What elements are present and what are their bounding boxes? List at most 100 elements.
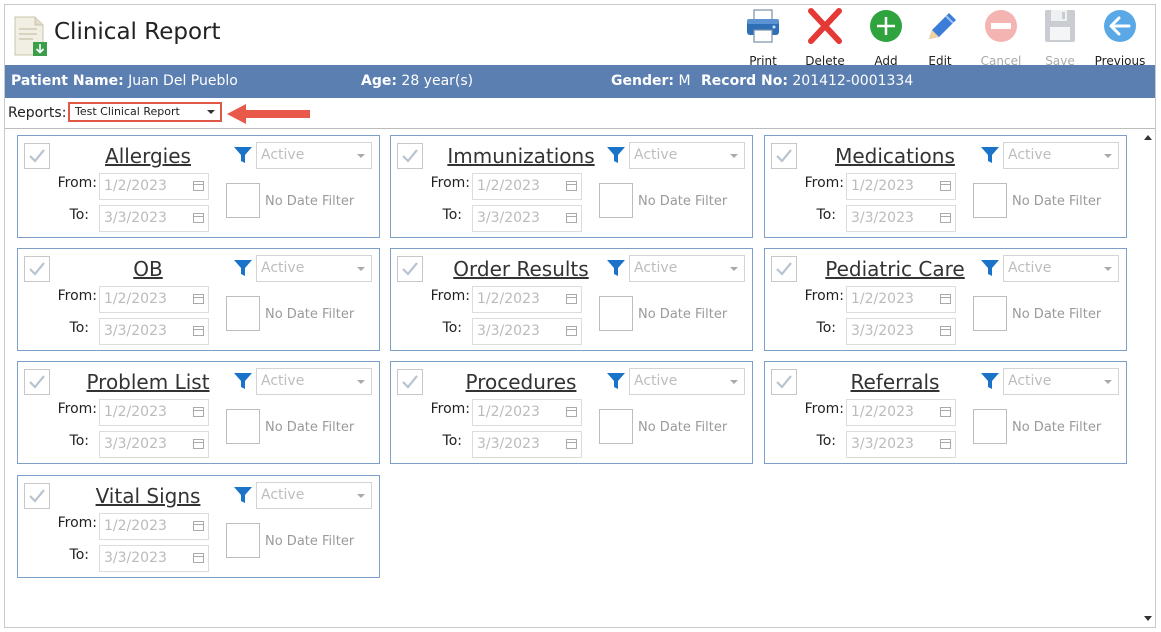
from-date-field[interactable]: 1/2/2023	[846, 286, 956, 313]
calendar-icon[interactable]	[193, 294, 204, 304]
status-dropdown[interactable]: Active	[256, 255, 372, 282]
edit-button[interactable]: Edit	[911, 8, 969, 68]
no-date-filter-checkbox[interactable]	[599, 296, 633, 331]
section-checkbox[interactable]	[397, 256, 423, 282]
section-title[interactable]: Medications	[805, 144, 985, 168]
calendar-icon[interactable]	[193, 407, 204, 417]
from-date-field[interactable]: 1/2/2023	[99, 399, 209, 426]
section-title[interactable]: Pediatric Care	[805, 257, 985, 281]
calendar-icon[interactable]	[193, 521, 204, 531]
section-checkbox[interactable]	[24, 143, 50, 169]
section-title[interactable]: Referrals	[805, 370, 985, 394]
calendar-icon[interactable]	[566, 181, 577, 191]
funnel-icon[interactable]	[605, 144, 627, 166]
calendar-icon[interactable]	[566, 407, 577, 417]
calendar-icon[interactable]	[940, 213, 951, 223]
previous-button[interactable]: Previous	[1091, 8, 1149, 68]
section-checkbox[interactable]	[771, 143, 797, 169]
status-dropdown[interactable]: Active	[1003, 142, 1119, 169]
from-date-field[interactable]: 1/2/2023	[99, 513, 209, 540]
calendar-icon[interactable]	[193, 439, 204, 449]
status-dropdown[interactable]: Active	[629, 142, 745, 169]
vertical-scrollbar[interactable]	[1141, 129, 1155, 627]
scroll-up-icon[interactable]	[1144, 135, 1152, 140]
from-date-field[interactable]: 1/2/2023	[846, 173, 956, 200]
funnel-icon[interactable]	[232, 370, 254, 392]
to-date-field[interactable]: 3/3/2023	[99, 431, 209, 458]
section-checkbox[interactable]	[771, 256, 797, 282]
add-button[interactable]: Add	[857, 8, 915, 68]
section-title[interactable]: Vital Signs	[58, 484, 238, 508]
calendar-icon[interactable]	[566, 213, 577, 223]
calendar-icon[interactable]	[940, 181, 951, 191]
no-date-filter-checkbox[interactable]	[226, 183, 260, 218]
from-date-field[interactable]: 1/2/2023	[99, 286, 209, 313]
no-date-filter-checkbox[interactable]	[599, 183, 633, 218]
status-dropdown[interactable]: Active	[629, 368, 745, 395]
from-date-field[interactable]: 1/2/2023	[472, 399, 582, 426]
funnel-icon[interactable]	[605, 257, 627, 279]
funnel-icon[interactable]	[979, 370, 1001, 392]
status-dropdown[interactable]: Active	[1003, 368, 1119, 395]
status-dropdown[interactable]: Active	[629, 255, 745, 282]
calendar-icon[interactable]	[940, 294, 951, 304]
no-date-filter-checkbox[interactable]	[599, 409, 633, 444]
section-title[interactable]: Allergies	[58, 144, 238, 168]
from-date-field[interactable]: 1/2/2023	[846, 399, 956, 426]
calendar-icon[interactable]	[566, 439, 577, 449]
cancel-button[interactable]: Cancel	[972, 8, 1030, 68]
funnel-icon[interactable]	[232, 144, 254, 166]
status-dropdown[interactable]: Active	[1003, 255, 1119, 282]
to-date-field[interactable]: 3/3/2023	[472, 318, 582, 345]
section-title[interactable]: Procedures	[431, 370, 611, 394]
to-date-field[interactable]: 3/3/2023	[99, 205, 209, 232]
to-date-field[interactable]: 3/3/2023	[846, 431, 956, 458]
calendar-icon[interactable]	[566, 294, 577, 304]
calendar-icon[interactable]	[193, 553, 204, 563]
calendar-icon[interactable]	[940, 439, 951, 449]
status-dropdown[interactable]: Active	[256, 482, 372, 509]
no-date-filter-checkbox[interactable]	[973, 409, 1007, 444]
section-title[interactable]: Immunizations	[431, 144, 611, 168]
calendar-icon[interactable]	[193, 326, 204, 336]
section-title[interactable]: OB	[58, 257, 238, 281]
reports-dropdown[interactable]: Test Clinical Report	[68, 102, 222, 122]
no-date-filter-checkbox[interactable]	[226, 409, 260, 444]
section-checkbox[interactable]	[24, 256, 50, 282]
scroll-down-icon[interactable]	[1144, 616, 1152, 621]
calendar-icon[interactable]	[566, 326, 577, 336]
calendar-icon[interactable]	[193, 213, 204, 223]
no-date-filter-checkbox[interactable]	[973, 296, 1007, 331]
funnel-icon[interactable]	[979, 144, 1001, 166]
delete-button[interactable]: Delete	[796, 8, 854, 68]
funnel-icon[interactable]	[232, 484, 254, 506]
calendar-icon[interactable]	[940, 407, 951, 417]
calendar-icon[interactable]	[940, 326, 951, 336]
section-checkbox[interactable]	[24, 483, 50, 509]
section-checkbox[interactable]	[24, 369, 50, 395]
to-date-field[interactable]: 3/3/2023	[99, 545, 209, 572]
no-date-filter-checkbox[interactable]	[226, 523, 260, 558]
status-dropdown[interactable]: Active	[256, 142, 372, 169]
calendar-icon[interactable]	[193, 181, 204, 191]
section-title[interactable]: Problem List	[58, 370, 238, 394]
status-dropdown[interactable]: Active	[256, 368, 372, 395]
section-checkbox[interactable]	[397, 369, 423, 395]
from-date-field[interactable]: 1/2/2023	[99, 173, 209, 200]
no-date-filter-checkbox[interactable]	[973, 183, 1007, 218]
save-button[interactable]: Save	[1031, 8, 1089, 68]
to-date-field[interactable]: 3/3/2023	[472, 431, 582, 458]
section-checkbox[interactable]	[397, 143, 423, 169]
from-date-field[interactable]: 1/2/2023	[472, 173, 582, 200]
funnel-icon[interactable]	[605, 370, 627, 392]
section-title[interactable]: Order Results	[431, 257, 611, 281]
to-date-field[interactable]: 3/3/2023	[99, 318, 209, 345]
to-date-field[interactable]: 3/3/2023	[846, 205, 956, 232]
funnel-icon[interactable]	[232, 257, 254, 279]
no-date-filter-checkbox[interactable]	[226, 296, 260, 331]
section-checkbox[interactable]	[771, 369, 797, 395]
from-date-field[interactable]: 1/2/2023	[472, 286, 582, 313]
print-button[interactable]: Print	[734, 8, 792, 68]
funnel-icon[interactable]	[979, 257, 1001, 279]
to-date-field[interactable]: 3/3/2023	[472, 205, 582, 232]
